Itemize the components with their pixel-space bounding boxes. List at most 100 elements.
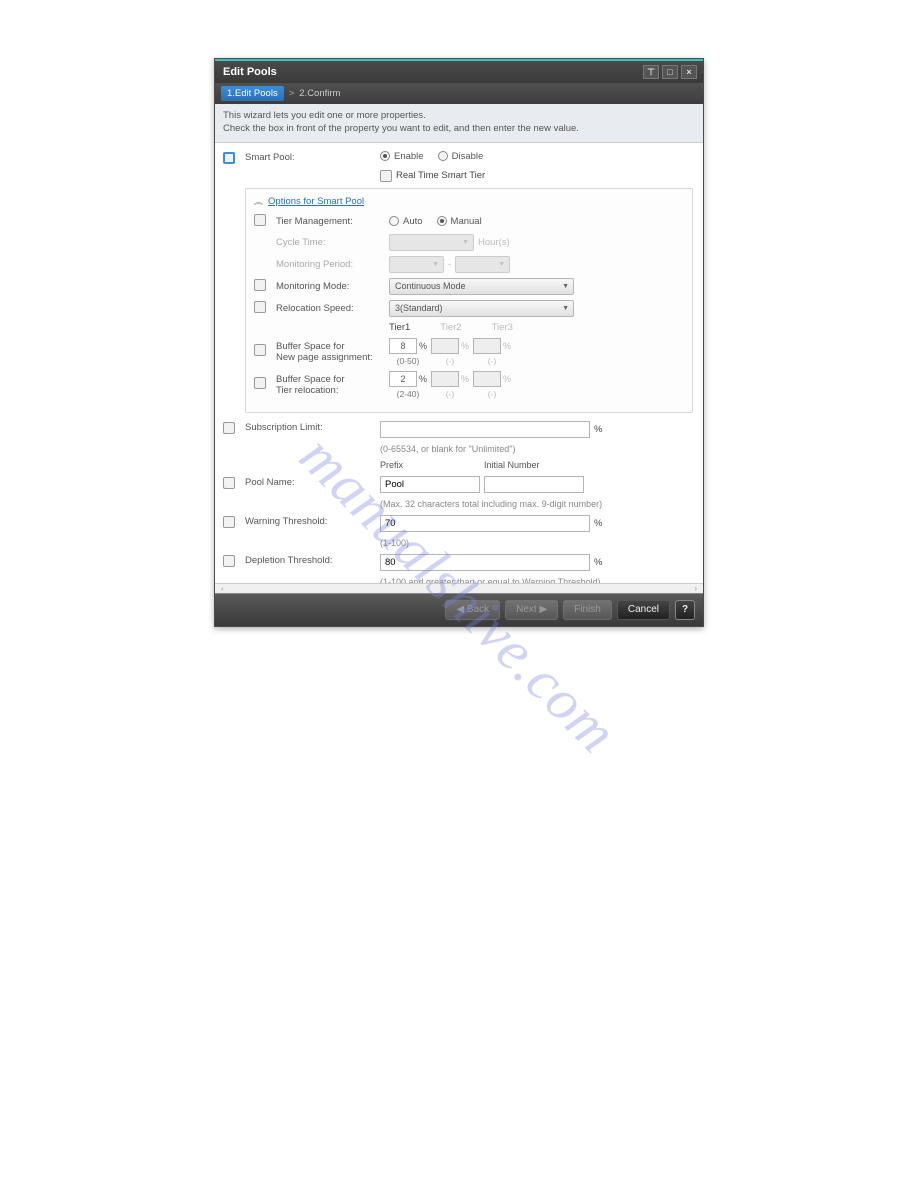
monitoring-period-from-select	[389, 256, 444, 273]
tier1-header: Tier1	[389, 322, 410, 333]
smart-pool-label: Smart Pool:	[245, 151, 380, 163]
smart-pool-disable-label: Disable	[452, 151, 484, 162]
tier3-header: Tier3	[492, 322, 513, 333]
pool-name-label: Pool Name:	[245, 476, 380, 488]
monitoring-mode-select[interactable]: Continuous Mode	[389, 278, 574, 295]
pool-name-initnum-header: Initial Number	[484, 460, 540, 470]
window-title: Edit Pools	[221, 66, 277, 78]
pct-label: %	[419, 341, 427, 351]
cycle-time-unit: Hour(s)	[478, 237, 510, 248]
monitoring-period-sep: -	[448, 259, 451, 270]
edit-pools-window: Edit Pools ⊤ □ × 1.Edit Pools > 2.Confir…	[214, 58, 704, 627]
horizontal-scrollbar[interactable]: ‹›	[215, 583, 703, 593]
pct-label: %	[503, 374, 511, 384]
warning-threshold-label: Warning Threshold:	[245, 515, 380, 527]
buffer-reloc-label-1: Buffer Space for	[276, 374, 389, 385]
subscription-limit-input[interactable]	[380, 421, 590, 438]
monitoring-period-label: Monitoring Period:	[276, 259, 389, 270]
subscription-limit-label: Subscription Limit:	[245, 421, 380, 433]
warning-threshold-checkbox[interactable]	[223, 516, 235, 528]
back-button[interactable]: ◀ Back	[445, 600, 500, 620]
pool-name-checkbox[interactable]	[223, 477, 235, 489]
pct-label: %	[461, 341, 469, 351]
buffer-newpage-label-2: New page assignment:	[276, 352, 389, 363]
buffer-newpage-tier2-range: (-)	[446, 356, 455, 366]
buffer-reloc-label-2: Tier relocation:	[276, 385, 389, 396]
smart-pool-enable-radio[interactable]	[380, 151, 390, 161]
tier2-header: Tier2	[440, 322, 461, 333]
pool-name-hint: (Max. 32 characters total including max.…	[380, 499, 693, 509]
buffer-newpage-tier3-range: (-)	[488, 356, 497, 366]
monitoring-mode-label: Monitoring Mode:	[276, 281, 389, 292]
footer-bar: ◀ Back Next ▶ Finish Cancel ?	[215, 593, 703, 626]
tier-mgmt-auto-radio[interactable]	[389, 216, 399, 226]
buffer-newpage-tier1-range: (0-50)	[397, 356, 420, 366]
warning-threshold-input[interactable]	[380, 515, 590, 532]
realtime-smart-tier-label: Real Time Smart Tier	[396, 170, 485, 181]
breadcrumb-step-1: 1.Edit Pools	[221, 86, 284, 101]
collapse-icon[interactable]: ︽	[254, 197, 263, 206]
tier-management-label: Tier Management:	[276, 216, 389, 227]
buffer-reloc-tier2-input	[431, 371, 459, 387]
buffer-newpage-label: Buffer Space for New page assignment:	[276, 341, 389, 363]
warning-threshold-hint: (1-100)	[380, 538, 693, 548]
next-button[interactable]: Next ▶	[505, 600, 558, 620]
tier-mgmt-manual-label: Manual	[451, 216, 482, 227]
subscription-limit-checkbox[interactable]	[223, 422, 235, 434]
pct-label: %	[594, 518, 602, 529]
pool-name-prefix-input[interactable]	[380, 476, 480, 493]
pool-name-prefix-header: Prefix	[380, 460, 484, 470]
relocation-speed-select[interactable]: 3(Standard)	[389, 300, 574, 317]
realtime-smart-tier-checkbox[interactable]	[380, 170, 392, 182]
finish-button[interactable]: Finish	[563, 600, 612, 620]
options-link[interactable]: Options for Smart Pool	[268, 196, 364, 207]
breadcrumb-separator: >	[289, 88, 295, 99]
buffer-reloc-tier1-range: (2-40)	[397, 389, 420, 399]
depletion-threshold-label: Depletion Threshold:	[245, 554, 380, 566]
pct-label: %	[419, 374, 427, 384]
buffer-reloc-tier2-range: (-)	[446, 389, 455, 399]
relocation-speed-label: Relocation Speed:	[276, 303, 389, 314]
cycle-time-select	[389, 234, 474, 251]
buffer-newpage-checkbox[interactable]	[254, 344, 266, 356]
maximize-icon[interactable]: □	[662, 65, 678, 79]
buffer-newpage-tier3-input	[473, 338, 501, 354]
pct-label: %	[594, 557, 602, 568]
close-icon[interactable]: ×	[681, 65, 697, 79]
subscription-limit-hint: (0-65534, or blank for "Unlimited")	[380, 444, 693, 454]
buffer-newpage-tier1-input[interactable]	[389, 338, 417, 354]
smart-pool-checkbox[interactable]	[223, 152, 235, 164]
tier-mgmt-auto-label: Auto	[403, 216, 423, 227]
buffer-reloc-tier3-input	[473, 371, 501, 387]
cycle-time-label: Cycle Time:	[276, 237, 389, 248]
buffer-reloc-label: Buffer Space for Tier relocation:	[276, 374, 389, 396]
relocation-speed-checkbox[interactable]	[254, 301, 266, 313]
pct-label: %	[503, 341, 511, 351]
pin-icon[interactable]: ⊤	[643, 65, 659, 79]
breadcrumb: 1.Edit Pools > 2.Confirm	[215, 83, 703, 104]
tier-management-checkbox[interactable]	[254, 214, 266, 226]
help-button[interactable]: ?	[675, 600, 695, 620]
smart-pool-options-panel: ︽ Options for Smart Pool Tier Management…	[245, 188, 693, 413]
breadcrumb-step-2: 2.Confirm	[299, 88, 340, 99]
monitoring-mode-checkbox[interactable]	[254, 279, 266, 291]
pct-label: %	[594, 424, 602, 435]
buffer-reloc-tier3-range: (-)	[488, 389, 497, 399]
cancel-button[interactable]: Cancel	[617, 600, 670, 620]
depletion-threshold-input[interactable]	[380, 554, 590, 571]
depletion-threshold-hint: (1-100 and greater than or equal to Warn…	[380, 577, 693, 583]
buffer-newpage-label-1: Buffer Space for	[276, 341, 389, 352]
content-panel: Smart Pool: Enable Disable Real Time Sma…	[215, 143, 703, 583]
intro-line-2: Check the box in front of the property y…	[223, 123, 695, 136]
depletion-threshold-checkbox[interactable]	[223, 555, 235, 567]
smart-pool-disable-radio[interactable]	[438, 151, 448, 161]
monitoring-period-to-select	[455, 256, 510, 273]
intro-line-1: This wizard lets you edit one or more pr…	[223, 110, 695, 123]
buffer-reloc-checkbox[interactable]	[254, 377, 266, 389]
buffer-reloc-tier1-input[interactable]	[389, 371, 417, 387]
pct-label: %	[461, 374, 469, 384]
pool-name-initnum-input[interactable]	[484, 476, 584, 493]
titlebar: Edit Pools ⊤ □ ×	[215, 59, 703, 83]
tier-mgmt-manual-radio[interactable]	[437, 216, 447, 226]
intro-text: This wizard lets you edit one or more pr…	[215, 104, 703, 143]
